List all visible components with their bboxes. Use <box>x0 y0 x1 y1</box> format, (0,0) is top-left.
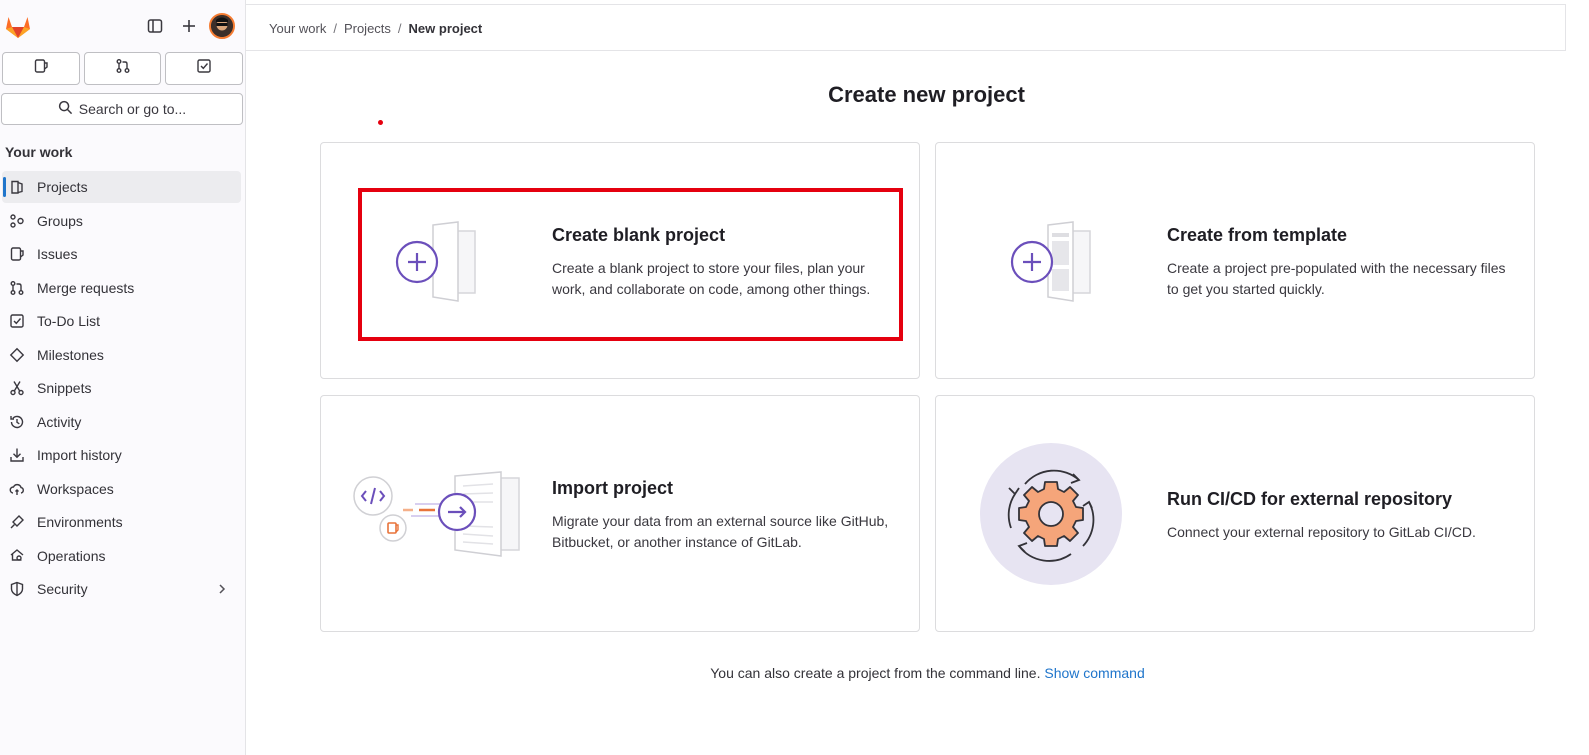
sidebar-item-issues[interactable]: Issues <box>2 238 241 270</box>
import-project-illustration <box>351 470 523 565</box>
sidebar-item-label: Milestones <box>37 346 104 363</box>
sidebar-item-milestones[interactable]: Milestones <box>2 339 241 371</box>
sidebar-toggle-icon[interactable] <box>141 12 169 40</box>
milestone-icon <box>9 347 25 363</box>
merge-requests-button[interactable] <box>83 52 162 85</box>
card-description: Connect your external repository to GitL… <box>1167 524 1476 540</box>
sidebar-item-label: Issues <box>37 246 78 262</box>
create-blank-project-card[interactable]: Create blank project Create a blank proj… <box>320 142 920 379</box>
sidebar-counters <box>0 52 245 85</box>
breadcrumb-projects[interactable]: Projects <box>344 21 391 36</box>
import-icon <box>9 447 25 463</box>
chevron-right-icon <box>215 582 229 596</box>
sidebar-item-label: Security <box>37 581 88 597</box>
sidebar-item-label: Groups <box>37 212 83 229</box>
snippet-icon <box>9 380 25 396</box>
sidebar-item-todo-list[interactable]: To-Do List <box>2 305 241 337</box>
todo-button[interactable] <box>165 52 244 85</box>
sidebar-item-workspaces[interactable]: Workspaces <box>2 473 241 505</box>
top-border <box>246 4 1566 5</box>
import-project-card[interactable]: Import project Migrate your data from an… <box>320 395 920 632</box>
sidebar-item-snippets[interactable]: Snippets <box>2 372 241 404</box>
template-project-illustration <box>1010 221 1092 308</box>
breadcrumb-current[interactable]: New project <box>409 21 483 36</box>
user-avatar[interactable] <box>209 13 235 39</box>
merge-request-icon <box>115 58 131 79</box>
project-icon <box>9 179 25 195</box>
todo-icon <box>9 313 25 329</box>
operations-icon <box>9 548 25 564</box>
breadcrumb: Your work / Projects / New project <box>269 18 482 38</box>
sidebar-item-label: Environments <box>37 514 123 530</box>
run-cicd-card[interactable]: Run CI/CD for external repository Connec… <box>935 395 1535 632</box>
sidebar-section-title: Your work <box>5 144 73 160</box>
page-title: Create new project <box>828 82 1025 107</box>
sidebar-item-label: Merge requests <box>37 279 135 296</box>
sidebar-item-label: To-Do List <box>37 313 101 329</box>
card-title: Run CI/CD for external repository <box>1167 489 1453 509</box>
header-right-border <box>1565 4 1566 51</box>
sidebar: Search or go to... Your work Projects Gr… <box>0 0 246 755</box>
show-command-link[interactable]: Show command <box>1044 665 1144 681</box>
card-title: Create from template <box>1167 225 1348 245</box>
todo-icon <box>196 58 212 79</box>
sidebar-item-label: Snippets <box>37 380 92 396</box>
breadcrumb-your-work[interactable]: Your work <box>269 21 326 36</box>
sidebar-item-import-history[interactable]: Import history <box>2 439 241 471</box>
sidebar-item-activity[interactable]: Activity <box>2 406 241 438</box>
environment-icon <box>9 514 25 530</box>
command-line-hint: You can also create a project from the c… <box>0 665 1589 681</box>
command-line-text: You can also create a project from the c… <box>710 665 1041 681</box>
sidebar-item-label: Workspaces <box>37 480 114 497</box>
breadcrumb-separator: / <box>397 20 402 36</box>
sidebar-nav: Projects Groups Issues Merge requests To… <box>0 171 245 605</box>
cursor-dot <box>378 120 383 125</box>
sidebar-item-label: Operations <box>37 547 106 564</box>
merge-request-icon <box>9 280 25 296</box>
blank-project-illustration <box>395 221 477 308</box>
sidebar-item-environments[interactable]: Environments <box>2 506 241 538</box>
sidebar-item-label: Import history <box>37 447 122 463</box>
sidebar-item-label: Projects <box>37 179 88 195</box>
history-icon <box>9 414 25 430</box>
sidebar-item-projects[interactable]: Projects <box>2 171 241 203</box>
card-description: Create a project pre-populated with the … <box>1167 260 1506 297</box>
sidebar-item-label: Activity <box>37 413 82 430</box>
sidebar-item-security[interactable]: Security <box>2 573 241 605</box>
create-from-template-card[interactable]: Create from template Create a project pr… <box>935 142 1535 379</box>
header-divider <box>246 50 1566 51</box>
sidebar-item-operations[interactable]: Operations <box>2 540 241 572</box>
card-description: Create a blank project to store your fil… <box>552 260 871 297</box>
issues-icon <box>9 246 25 262</box>
issues-icon <box>33 58 49 79</box>
workspace-icon <box>9 481 25 497</box>
shield-icon <box>9 581 25 597</box>
sidebar-item-merge-requests[interactable]: Merge requests <box>2 272 241 304</box>
breadcrumb-separator: / <box>333 20 337 36</box>
card-description: Migrate your data from an external sourc… <box>552 513 889 550</box>
cicd-gear-illustration <box>979 442 1123 591</box>
sidebar-item-groups[interactable]: Groups <box>2 205 241 237</box>
group-icon <box>9 213 25 229</box>
gitlab-logo-icon[interactable] <box>4 12 32 40</box>
card-title: Create blank project <box>552 225 726 245</box>
sidebar-header <box>0 0 245 52</box>
card-title: Import project <box>552 478 674 498</box>
assigned-issues-button[interactable] <box>2 52 80 85</box>
create-new-plus-icon[interactable] <box>175 12 203 40</box>
